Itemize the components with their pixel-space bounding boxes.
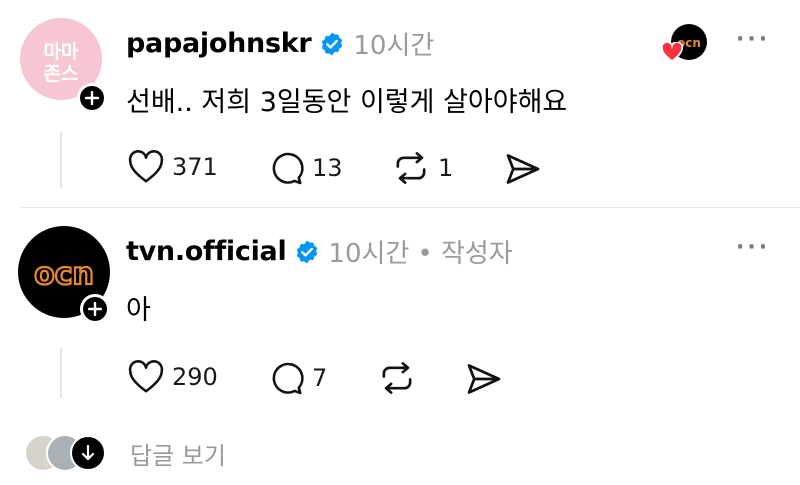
heart-badge-icon bbox=[661, 42, 683, 62]
post-text: 선배.. 저희 3일동안 이렇게 살아야해요 bbox=[126, 87, 568, 118]
reply-count: 13 bbox=[312, 154, 343, 182]
heart-icon bbox=[128, 150, 164, 183]
reply-button[interactable]: 13 bbox=[268, 150, 343, 186]
heart-icon bbox=[128, 360, 164, 393]
more-options-button[interactable]: ··· bbox=[736, 27, 770, 52]
follow-button[interactable] bbox=[80, 294, 110, 324]
reply-button[interactable]: 7 bbox=[268, 360, 327, 396]
thread-line bbox=[60, 348, 62, 398]
post-header: tvn.official 10시간 • 작성자 bbox=[126, 233, 513, 270]
comment-icon bbox=[272, 152, 304, 185]
share-button[interactable] bbox=[466, 362, 502, 396]
send-icon bbox=[506, 154, 540, 184]
post-1: 마마 존스 papajohnskr 10시간 ocn ··· 선배.. 저희 3… bbox=[0, 0, 800, 200]
plus-icon bbox=[85, 91, 99, 105]
view-replies-row[interactable]: 답글 보기 bbox=[24, 434, 226, 472]
repost-icon bbox=[382, 362, 412, 394]
post-header: papajohnskr 10시간 bbox=[126, 25, 434, 62]
plus-icon bbox=[88, 302, 102, 316]
svg-text:마마: 마마 bbox=[44, 41, 79, 63]
view-replies-link[interactable]: 답글 보기 bbox=[130, 436, 226, 471]
repost-count: 1 bbox=[438, 154, 454, 182]
username[interactable]: papajohnskr bbox=[126, 28, 312, 59]
post-time: 10시간 bbox=[328, 239, 410, 269]
verified-badge-icon bbox=[297, 240, 318, 263]
verified-badge-icon bbox=[322, 32, 343, 55]
comment-icon bbox=[272, 362, 304, 395]
arrow-down-icon bbox=[81, 444, 95, 461]
repost-button[interactable] bbox=[378, 360, 424, 396]
author-tag: • 작성자 bbox=[417, 239, 513, 269]
like-button[interactable]: 290 bbox=[128, 360, 218, 394]
repost-button[interactable]: 1 bbox=[392, 150, 453, 186]
svg-text:ocn: ocn bbox=[34, 257, 94, 292]
post-time: 10시간 bbox=[353, 31, 435, 61]
like-count: 290 bbox=[172, 363, 218, 391]
post-text: 아 bbox=[126, 295, 151, 326]
follow-button[interactable] bbox=[77, 83, 107, 113]
like-count: 371 bbox=[172, 153, 218, 181]
expand-replies-button[interactable] bbox=[70, 435, 106, 471]
more-options-button[interactable]: ··· bbox=[736, 235, 770, 260]
post-2: ocn tvn.official 10시간 • 작성자 ··· 아 290 7 bbox=[0, 208, 800, 418]
like-button[interactable]: 371 bbox=[128, 150, 218, 184]
reply-count: 7 bbox=[312, 364, 328, 392]
username[interactable]: tvn.official bbox=[126, 236, 287, 267]
send-icon bbox=[467, 364, 501, 394]
thread-line bbox=[60, 132, 62, 188]
share-button[interactable] bbox=[505, 152, 541, 186]
svg-text:존스: 존스 bbox=[44, 63, 79, 85]
repost-icon bbox=[396, 152, 426, 184]
